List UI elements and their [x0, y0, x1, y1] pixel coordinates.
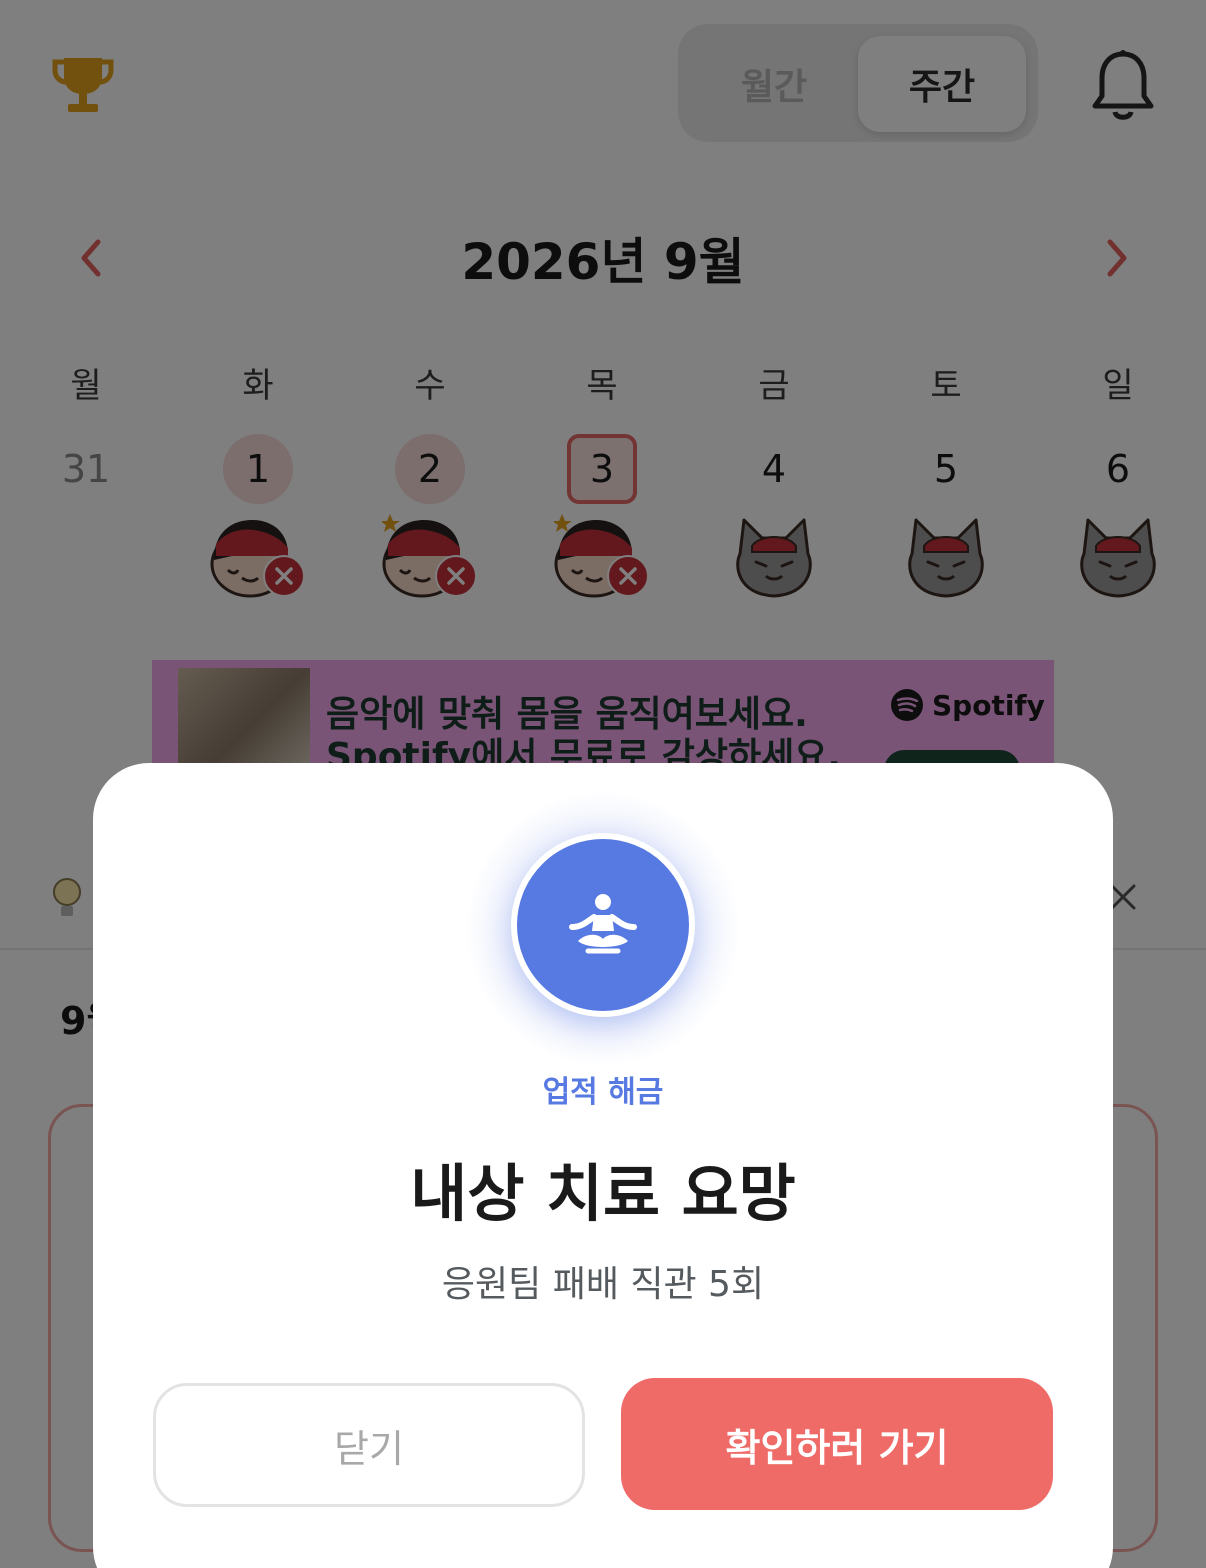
app-screen: 월간 주간 2026년 9월 월 31 화 1 수 2: [0, 0, 1206, 1568]
close-button[interactable]: 닫기: [153, 1383, 585, 1507]
achievement-modal: 업적 해금 내상 치료 요망 응원팀 패배 직관 5회 닫기 확인하러 가기: [93, 763, 1113, 1568]
confirm-button[interactable]: 확인하러 가기: [621, 1378, 1053, 1510]
achievement-badge: [511, 833, 695, 1017]
achievement-label: 업적 해금: [542, 1075, 664, 1110]
achievement-title: 내상 치료 요망: [410, 1157, 796, 1230]
achievement-description: 응원팀 패배 직관 5회: [441, 1264, 765, 1305]
meditation-icon: [569, 894, 637, 954]
